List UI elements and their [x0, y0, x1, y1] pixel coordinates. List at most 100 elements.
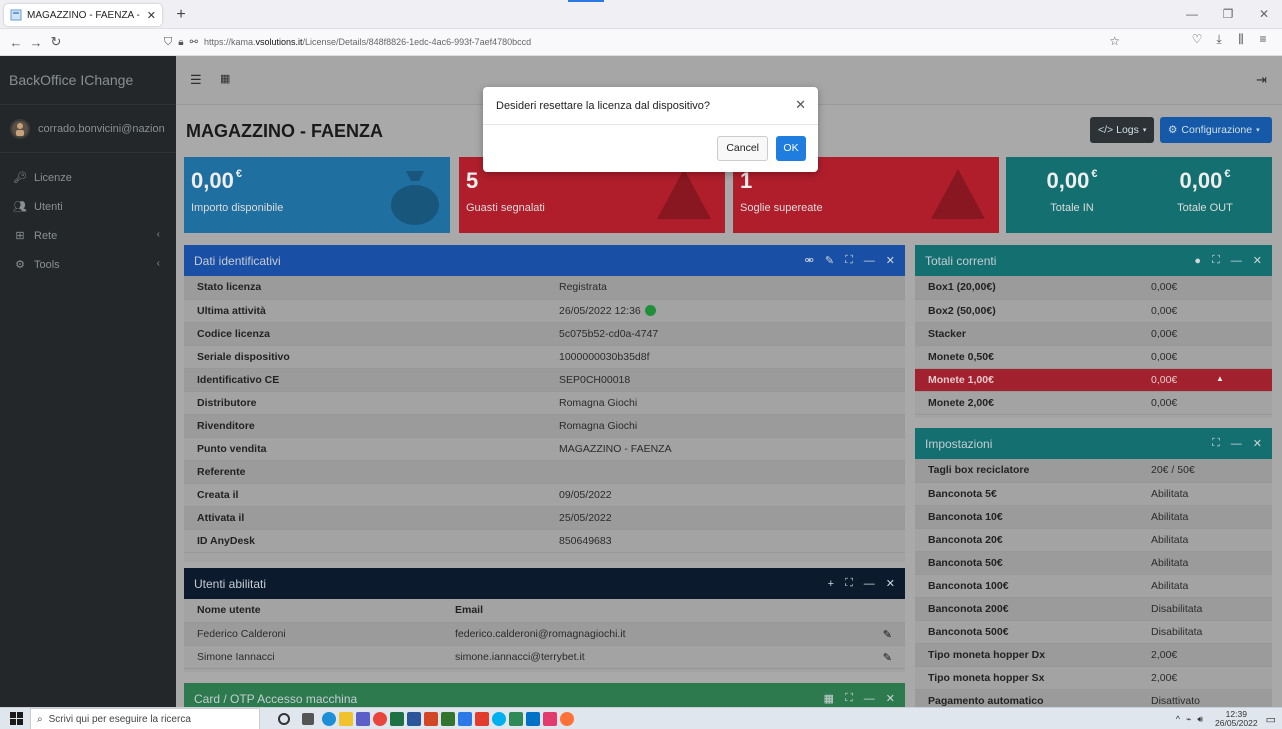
- table-row: Monete 2,00€ 0,00€: [915, 391, 1272, 415]
- grid-icon[interactable]: ▦: [824, 692, 834, 705]
- forward-icon[interactable]: →: [26, 35, 46, 50]
- grid-icon[interactable]: ▦: [220, 72, 230, 85]
- download-icon[interactable]: ⤓: [1208, 32, 1230, 47]
- windows-start-icon[interactable]: [10, 712, 24, 726]
- logs-button[interactable]: </> Logs ▾: [1090, 117, 1154, 143]
- panel-totali-correnti: Totali correnti ● ⛶ — ✕ Box1 (20,00€) 0,0…: [915, 245, 1272, 418]
- taskbar-search-input[interactable]: ⌕ Scrivi qui per eseguire la ricerca: [30, 708, 260, 729]
- powerpoint-icon[interactable]: [423, 712, 438, 726]
- minus-icon[interactable]: —: [864, 578, 875, 590]
- expand-icon[interactable]: ⛶: [1212, 254, 1220, 267]
- sidebar-item-utenti[interactable]: 👥︎ Utenti: [0, 192, 176, 221]
- network-icon[interactable]: ⌁: [1186, 714, 1191, 725]
- table-row-highlighted: Monete 1,00€ 0,00€ ▲: [915, 368, 1272, 392]
- edit-pencil-icon[interactable]: ✎: [883, 651, 892, 664]
- brand-logo[interactable]: BackOffice IChange: [0, 56, 176, 105]
- minus-icon[interactable]: —: [1231, 255, 1242, 267]
- cortana-icon[interactable]: [278, 713, 290, 725]
- reload-icon[interactable]: ↻: [46, 34, 66, 50]
- sidebar: BackOffice IChange corrado.bonvicini@naz…: [0, 56, 176, 707]
- word-icon[interactable]: [406, 712, 421, 726]
- close-tab-icon[interactable]: ✕: [147, 9, 156, 22]
- library-icon[interactable]: ⫼: [1230, 32, 1252, 47]
- firefox-icon[interactable]: [559, 712, 574, 726]
- tab-indicator: [568, 0, 604, 2]
- taskbar-clock[interactable]: 12:39 26/05/2022: [1215, 710, 1258, 728]
- plus-icon[interactable]: +: [828, 578, 834, 590]
- expand-icon[interactable]: ⛶: [845, 577, 853, 590]
- outlook-icon[interactable]: [525, 712, 540, 726]
- sidebar-item-rete[interactable]: ⊞ Rete ‹: [0, 221, 176, 250]
- unlink-icon[interactable]: ⚮: [805, 254, 814, 267]
- skype-icon[interactable]: [491, 712, 506, 726]
- cogs-icon: ⚙: [15, 259, 25, 271]
- minus-icon[interactable]: —: [864, 693, 875, 705]
- confirm-reset-dialog: Desideri resettare la licenza dal dispos…: [483, 87, 818, 172]
- minimize-icon[interactable]: —: [1174, 0, 1210, 29]
- shield-icon[interactable]: ⛉: [164, 36, 172, 49]
- lock-icon[interactable]: 🔒︎: [178, 37, 183, 48]
- sidebar-item-licenze[interactable]: 🔑︎ Licenze: [0, 163, 176, 192]
- warning-icon: [931, 169, 985, 219]
- project-icon[interactable]: [440, 712, 455, 726]
- edge-icon[interactable]: [321, 712, 336, 726]
- cancel-button[interactable]: Cancel: [717, 136, 768, 161]
- minus-icon[interactable]: —: [864, 255, 875, 267]
- app-icon[interactable]: [457, 712, 472, 726]
- pocket-icon[interactable]: ♡: [1186, 32, 1208, 47]
- info-box-totale-out: 0,00 € Totale OUT: [1138, 157, 1272, 233]
- close-icon[interactable]: ✕: [886, 577, 895, 590]
- browser-tab[interactable]: MAGAZZINO - FAENZA - IChan ✕: [4, 4, 162, 26]
- url-bar[interactable]: ⛉ 🔒︎ ⚯ https://kama.vsolutions.it/Licens…: [164, 31, 1130, 53]
- panel-header: Impostazioni ⛶ — ✕: [915, 428, 1272, 459]
- info-icon[interactable]: ●: [1194, 255, 1201, 267]
- expand-icon[interactable]: ⛶: [845, 692, 853, 705]
- permissions-icon[interactable]: ⚯: [190, 37, 198, 48]
- minus-icon[interactable]: —: [1231, 438, 1242, 450]
- browser-tab-strip: MAGAZZINO - FAENZA - IChan ✕ + — ❐ ✕: [0, 0, 1282, 29]
- anydesk-icon[interactable]: [474, 712, 489, 726]
- hamburger-icon[interactable]: ☰: [190, 72, 202, 88]
- sidebar-item-tools[interactable]: ⚙ Tools ‹: [0, 250, 176, 279]
- teams-icon[interactable]: [355, 712, 370, 726]
- notifications-icon[interactable]: ▭: [1266, 713, 1276, 726]
- chrome-icon[interactable]: [372, 712, 387, 726]
- dialog-close-icon[interactable]: ✕: [795, 97, 806, 113]
- panel-tools: ● ⛶ — ✕: [1183, 245, 1262, 276]
- tray-chevron-icon[interactable]: ^: [1176, 714, 1180, 724]
- menu-icon[interactable]: ≡: [1252, 32, 1274, 47]
- column-header-nome: Nome utente: [184, 599, 442, 623]
- panel-header: Card / OTP Accesso macchina ▦ ⛶ — ✕: [184, 683, 905, 707]
- ok-button[interactable]: OK: [776, 136, 806, 161]
- file-explorer-icon[interactable]: [338, 712, 353, 726]
- info-box-value: 0,00 €: [191, 168, 242, 193]
- configurazione-button[interactable]: ⚙ Configurazione ▾: [1160, 117, 1272, 143]
- close-icon[interactable]: ✕: [1253, 254, 1262, 267]
- expand-icon[interactable]: ⛶: [1212, 437, 1220, 450]
- user-panel[interactable]: corrado.bonvicini@nazion: [0, 105, 176, 153]
- utenti-table: Nome utente Email Federico Calderoni feder…: [184, 599, 905, 669]
- close-window-icon[interactable]: ✕: [1246, 0, 1282, 29]
- expand-icon[interactable]: ⛶: [845, 254, 853, 267]
- dialog-message: Desideri resettare la licenza dal dispos…: [496, 99, 710, 112]
- new-tab-button[interactable]: +: [170, 4, 192, 26]
- pencil-icon[interactable]: ✎: [825, 254, 834, 267]
- table-row: Monete 0,50€ 0,00€: [915, 345, 1272, 369]
- logout-icon[interactable]: ⇥: [1256, 72, 1267, 88]
- bookmark-star-icon[interactable]: ☆: [1109, 34, 1120, 48]
- close-icon[interactable]: ✕: [1253, 437, 1262, 450]
- restore-icon[interactable]: ❐: [1210, 0, 1246, 29]
- table-row: Creata il 09/05/2022: [184, 483, 905, 507]
- task-view-icon[interactable]: [302, 713, 314, 725]
- back-icon[interactable]: ←: [6, 35, 26, 50]
- table-row: ID AnyDesk 850649683: [184, 529, 905, 553]
- close-icon[interactable]: ✕: [886, 254, 895, 267]
- maps-icon[interactable]: [508, 712, 523, 726]
- close-icon[interactable]: ✕: [886, 692, 895, 705]
- excel-icon[interactable]: [389, 712, 404, 726]
- store-icon[interactable]: [542, 712, 557, 726]
- table-row: Codice licenza 5c075b52-cd0a-4747: [184, 322, 905, 346]
- edit-pencil-icon[interactable]: ✎: [883, 628, 892, 641]
- volume-icon[interactable]: 🔊︎: [1197, 714, 1203, 725]
- panel-tools: ▦ ⛶ — ✕: [813, 683, 895, 707]
